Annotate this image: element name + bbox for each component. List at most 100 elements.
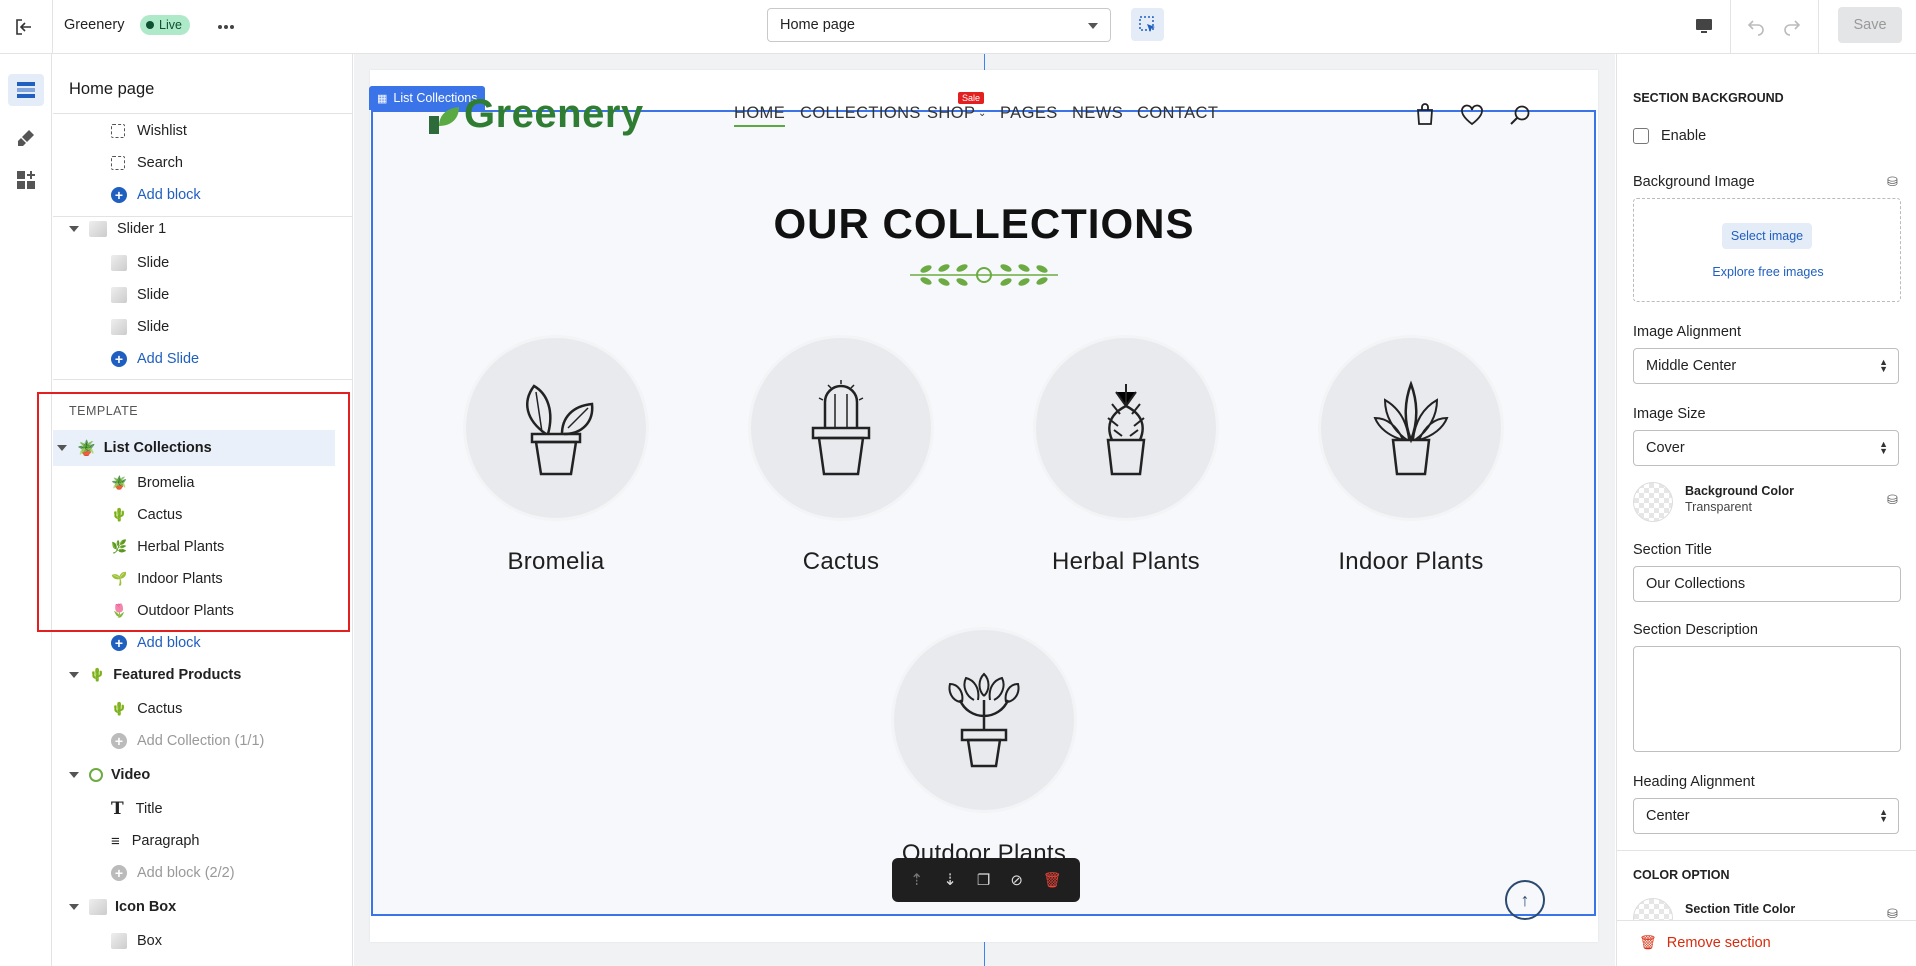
add-icon: + [111, 187, 127, 203]
tree-item-slide[interactable]: Slide [111, 280, 169, 310]
image-alignment-select[interactable]: Middle Center ▲ ▼ [1633, 348, 1899, 384]
list-collections-add-block[interactable]: + Add block [111, 628, 201, 658]
tree-item-cactus[interactable]: 🌵 Cactus [111, 694, 182, 724]
nav-home[interactable]: HOME [734, 104, 786, 127]
shop-chevron-icon: ⌄ [978, 108, 987, 119]
collection-item-indoor-plants[interactable]: Indoor Plants [1321, 338, 1501, 576]
add-slide-label: Add Slide [137, 351, 200, 367]
page-selector[interactable]: Home page [767, 8, 1111, 42]
tree-item-wishlist[interactable]: Wishlist [111, 116, 187, 146]
nav-collections[interactable]: COLLECTIONS [800, 104, 921, 123]
leaf-divider-icon [906, 258, 1062, 295]
section-toolbar: ⇡ ⇣ ❐ ⊘ 🗑 [892, 858, 1080, 902]
tree-item-label: Slide [137, 255, 170, 271]
enable-checkbox[interactable] [1633, 128, 1649, 144]
dynamic-source-icon[interactable]: ⛁ [1887, 174, 1898, 190]
caret-down-icon[interactable] [69, 672, 79, 678]
text-title-icon: T [111, 799, 124, 819]
hide-icon[interactable]: ⊘ [1010, 871, 1023, 889]
section-desc-textarea[interactable] [1633, 646, 1901, 752]
tree-item-label: Paragraph [131, 833, 200, 849]
more-options-icon[interactable] [214, 15, 238, 39]
heading-alignment-label: Heading Alignment [1633, 774, 1755, 790]
collection-name: Indoor Plants [1338, 548, 1484, 575]
app-blocks-icon[interactable] [10, 164, 42, 196]
tree-section-slider[interactable]: Slider 1 [69, 214, 166, 244]
section-background-heading: SECTION BACKGROUND [1633, 91, 1784, 105]
sections-icon[interactable] [8, 74, 44, 106]
enable-checkbox-row[interactable]: Enable [1633, 128, 1706, 144]
move-up-icon[interactable]: ⇡ [910, 870, 923, 890]
section-grid-icon: ▦ [377, 92, 388, 105]
section-heading: OUR COLLECTIONS [773, 200, 1195, 247]
redo-icon[interactable] [1780, 14, 1804, 38]
select-element-icon[interactable] [1131, 8, 1164, 41]
section-title-value: Our Collections [1646, 576, 1746, 592]
slide-thumb-icon [111, 319, 127, 335]
add-block-button[interactable]: + Add block [111, 180, 201, 210]
add-icon: + [111, 351, 127, 367]
heading-alignment-select[interactable]: Center ▲ ▼ [1633, 798, 1899, 834]
tree-item-slide[interactable]: Slide [111, 312, 169, 342]
exit-icon[interactable] [12, 15, 36, 39]
save-button[interactable]: Save [1838, 7, 1902, 43]
color-swatch-transparent[interactable] [1633, 482, 1673, 522]
box-thumb-icon [111, 933, 127, 949]
tree-item-search[interactable]: Search [111, 148, 183, 178]
add-slide-button[interactable]: + Add Slide [111, 344, 199, 374]
image-size-select[interactable]: Cover ▲ ▼ [1633, 430, 1899, 466]
tree-section-icon-box[interactable]: Icon Box [69, 892, 176, 922]
remove-section-button[interactable]: 🗑 Remove section [1639, 934, 1771, 951]
video-icon [89, 768, 103, 782]
chevron-down-icon [1088, 23, 1098, 29]
collection-item-cactus[interactable]: Cactus [751, 338, 931, 576]
nav-news[interactable]: NEWS [1072, 104, 1123, 123]
tree-section-label: Icon Box [115, 899, 177, 915]
collection-circle [466, 338, 646, 518]
add-icon: + [111, 865, 127, 881]
collection-name: Cactus [802, 548, 880, 575]
delete-icon[interactable]: 🗑 [1043, 871, 1062, 889]
collection-item-herbal-plants[interactable]: Herbal Plants [1036, 338, 1216, 576]
section-title-input[interactable]: Our Collections [1633, 566, 1901, 602]
remove-section-label: Remove section [1666, 934, 1771, 951]
select-image-button[interactable]: Select image [1722, 223, 1812, 249]
herbal-plant-icon [1106, 384, 1146, 476]
move-down-icon[interactable]: ⇣ [943, 870, 956, 890]
search-icon[interactable] [1508, 103, 1532, 130]
heart-icon[interactable] [1460, 104, 1484, 129]
caret-down-icon[interactable] [69, 226, 79, 232]
tree-section-featured-products[interactable]: 🌵 Featured Products [69, 660, 241, 690]
cart-icon[interactable] [1414, 102, 1436, 129]
explore-images-link[interactable]: Explore free images [1634, 265, 1902, 279]
dynamic-source-icon[interactable]: ⛁ [1887, 492, 1898, 508]
nav-contact[interactable]: CONTACT [1137, 104, 1218, 123]
block-icon [111, 156, 125, 170]
theme-settings-icon[interactable] [10, 122, 42, 154]
tree-item-title[interactable]: T Title [111, 794, 163, 824]
scroll-top-icon[interactable]: ↑ [1505, 880, 1545, 920]
collection-item-bromelia[interactable]: Bromelia [466, 338, 646, 576]
select-arrows-icon: ▲ ▼ [1879, 357, 1888, 374]
tree-item-slide[interactable]: Slide [111, 248, 169, 278]
add-block-label: Add block [137, 187, 201, 203]
nav-pages[interactable]: PAGES [1000, 104, 1058, 123]
color-option-heading: COLOR OPTION [1633, 868, 1730, 882]
nav-shop[interactable]: SHOP [927, 104, 975, 123]
indoor-plant-icon [1373, 380, 1449, 476]
preview-canvas: ▦ List Collections Greenery HOME COLLECT… [354, 54, 1615, 966]
select-image-label: Select image [1730, 229, 1804, 243]
tree-item-box[interactable]: Box [111, 926, 162, 956]
undo-icon[interactable] [1744, 14, 1768, 38]
cactus-icon: 🌵 [111, 701, 128, 716]
add-block-label: Add block [137, 635, 201, 651]
duplicate-icon[interactable]: ❐ [977, 871, 990, 889]
tree-item-paragraph[interactable]: ≡ Paragraph [111, 826, 199, 856]
block-icon [111, 124, 125, 138]
caret-down-icon[interactable] [69, 904, 79, 910]
desktop-preview-icon[interactable] [1692, 14, 1716, 38]
tree-section-video[interactable]: Video [69, 760, 150, 790]
collection-name: Herbal Plants [1052, 548, 1200, 575]
collection-item-outdoor-plants[interactable]: Outdoor Plants [894, 630, 1074, 868]
caret-down-icon[interactable] [69, 772, 79, 778]
